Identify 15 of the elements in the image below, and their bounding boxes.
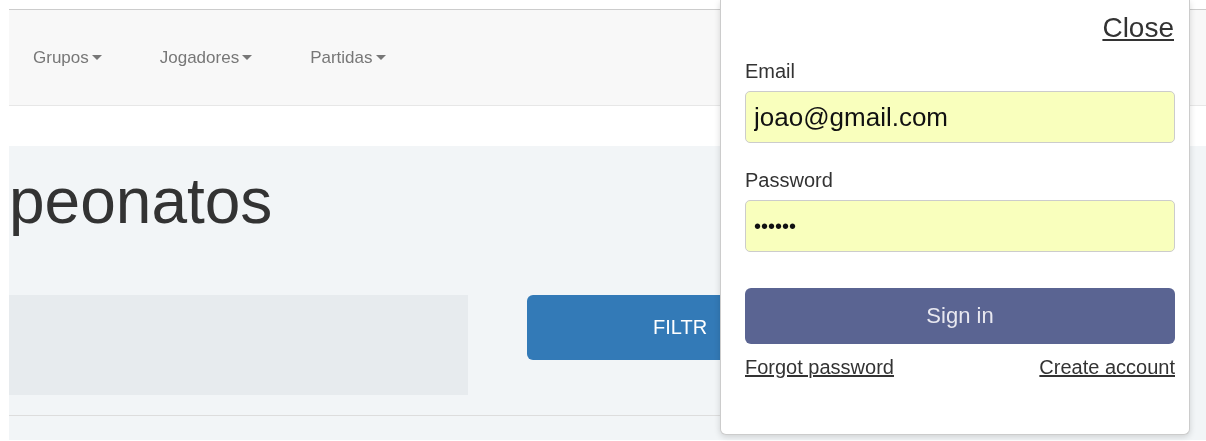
nav-dropdown[interactable]: Grupos: [33, 47, 102, 68]
caret-icon: [91, 55, 102, 60]
field-label: Password: [745, 169, 833, 192]
page-heading: peonatos: [9, 166, 273, 237]
nav-dropdown[interactable]: Jogadores: [159, 47, 253, 68]
nav-dropdown[interactable]: Partidas: [310, 47, 386, 68]
sign-in-button[interactable]: Sign in: [745, 288, 1175, 344]
field-label: Email: [745, 60, 795, 83]
close-link[interactable]: Close: [1102, 12, 1174, 44]
caret-icon: [242, 55, 253, 60]
create-account-link[interactable]: Create account: [1039, 356, 1175, 379]
forgot-password-link[interactable]: Forgot password: [745, 356, 894, 379]
caret-icon: [375, 55, 386, 60]
password-field[interactable]: ••••••: [745, 200, 1175, 252]
email-field[interactable]: joao@gmail.com: [745, 91, 1175, 143]
